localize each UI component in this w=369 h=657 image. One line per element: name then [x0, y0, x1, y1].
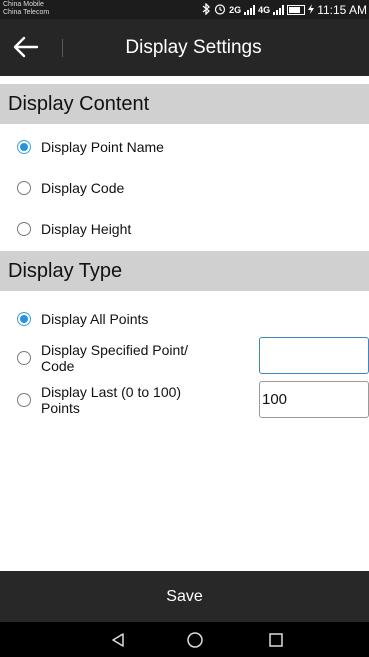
radio-display-all-points[interactable]: Display All Points	[0, 300, 369, 338]
battery-icon	[287, 5, 306, 15]
radio-button[interactable]	[17, 181, 31, 195]
radio-button[interactable]	[17, 393, 31, 407]
carrier-names: China Mobile China Telecom	[3, 1, 49, 17]
radio-button-selected[interactable]	[17, 312, 31, 326]
radio-label: Display Last (0 to 100) Points	[41, 384, 182, 416]
radio-display-code[interactable]: Display Code	[0, 169, 369, 207]
arrow-left-icon	[13, 36, 39, 58]
navigation-bar	[0, 622, 369, 657]
section-header-display-content: Display Content	[0, 84, 369, 124]
network-label-1: 2G	[229, 5, 242, 15]
radio-button[interactable]	[17, 222, 31, 236]
radio-button-selected[interactable]	[17, 140, 31, 154]
status-bar: China Mobile China Telecom 2G 4G 11:15 A…	[0, 0, 369, 19]
section-header-display-type: Display Type	[0, 251, 369, 291]
bluetooth-icon	[202, 1, 211, 18]
radio-label: Display Specified Point/ Code	[41, 342, 189, 374]
page-title: Display Settings	[125, 37, 262, 58]
radio-label: Display Point Name	[41, 139, 164, 155]
save-button[interactable]: Save	[0, 571, 369, 622]
nav-home-button[interactable]	[170, 622, 220, 657]
signal-icon-2	[273, 5, 285, 15]
status-icons: 2G 4G 11:15 AM	[202, 1, 367, 18]
charging-icon	[308, 3, 315, 17]
network-label-2: 4G	[258, 5, 271, 15]
circle-home-icon	[187, 631, 203, 648]
specified-point-code-input[interactable]	[259, 337, 369, 374]
title-divider	[62, 39, 63, 57]
back-button[interactable]	[6, 29, 46, 65]
radio-label: Display All Points	[41, 311, 149, 327]
radio-display-height[interactable]: Display Height	[0, 210, 369, 248]
last-points-count-input[interactable]	[259, 381, 369, 418]
triangle-back-icon	[112, 632, 124, 647]
radio-label: Display Code	[41, 180, 125, 196]
square-recents-icon	[269, 632, 283, 647]
title-bar: Display Settings	[0, 19, 369, 76]
carrier-1: China Mobile	[3, 1, 44, 8]
alarm-icon	[214, 3, 226, 18]
radio-label: Display Height	[41, 221, 132, 237]
signal-icon-1	[244, 5, 256, 15]
nav-recents-button[interactable]	[251, 622, 301, 657]
carrier-2: China Telecom	[3, 9, 50, 16]
radio-display-point-name[interactable]: Display Point Name	[0, 128, 369, 166]
nav-back-button[interactable]	[93, 622, 143, 657]
clock: 11:15 AM	[317, 3, 367, 17]
radio-button[interactable]	[17, 351, 31, 365]
